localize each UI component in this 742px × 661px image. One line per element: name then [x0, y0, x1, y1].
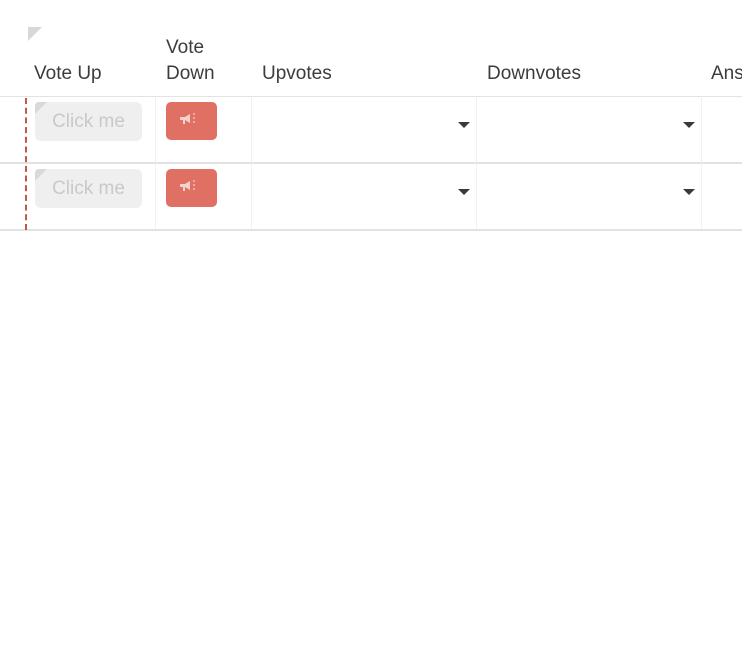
downvotes-dropdown[interactable]	[477, 96, 701, 162]
megaphone-icon	[180, 180, 195, 191]
column-header-vote-up[interactable]: Vote Up	[34, 61, 102, 87]
grid-header-row: Vote Up Vote Down Upvotes Downvotes Ans	[0, 0, 742, 97]
vote-up-button-label: Click me	[52, 178, 125, 199]
caret-down-icon[interactable]	[458, 122, 470, 128]
column-divider	[155, 163, 156, 229]
vote-down-button[interactable]	[166, 169, 217, 207]
select-all-corner[interactable]	[28, 27, 42, 41]
table-row: Click me	[0, 96, 742, 164]
cell-marker-icon	[35, 102, 47, 114]
column-divider	[701, 96, 702, 162]
data-grid: Vote Up Vote Down Upvotes Downvotes Ans …	[0, 0, 742, 661]
downvotes-dropdown[interactable]	[477, 163, 701, 229]
upvotes-dropdown[interactable]	[252, 163, 476, 229]
column-divider	[701, 163, 702, 229]
vote-up-button[interactable]: Click me	[35, 169, 142, 208]
column-header-downvotes[interactable]: Downvotes	[487, 61, 581, 87]
caret-down-icon[interactable]	[683, 189, 695, 195]
megaphone-icon	[180, 113, 195, 124]
column-divider	[155, 96, 156, 162]
cell-marker-icon	[35, 169, 47, 181]
vote-up-button[interactable]: Click me	[35, 102, 142, 141]
frozen-column-divider	[25, 98, 27, 230]
table-row: Click me	[0, 163, 742, 231]
vote-up-button-label: Click me	[52, 111, 125, 132]
caret-down-icon[interactable]	[458, 189, 470, 195]
column-header-upvotes[interactable]: Upvotes	[262, 61, 332, 87]
column-header-vote-down[interactable]: Vote Down	[166, 35, 246, 87]
column-header-answers[interactable]: Ans	[711, 61, 742, 87]
caret-down-icon[interactable]	[683, 122, 695, 128]
vote-down-button[interactable]	[166, 102, 217, 140]
upvotes-dropdown[interactable]	[252, 96, 476, 162]
